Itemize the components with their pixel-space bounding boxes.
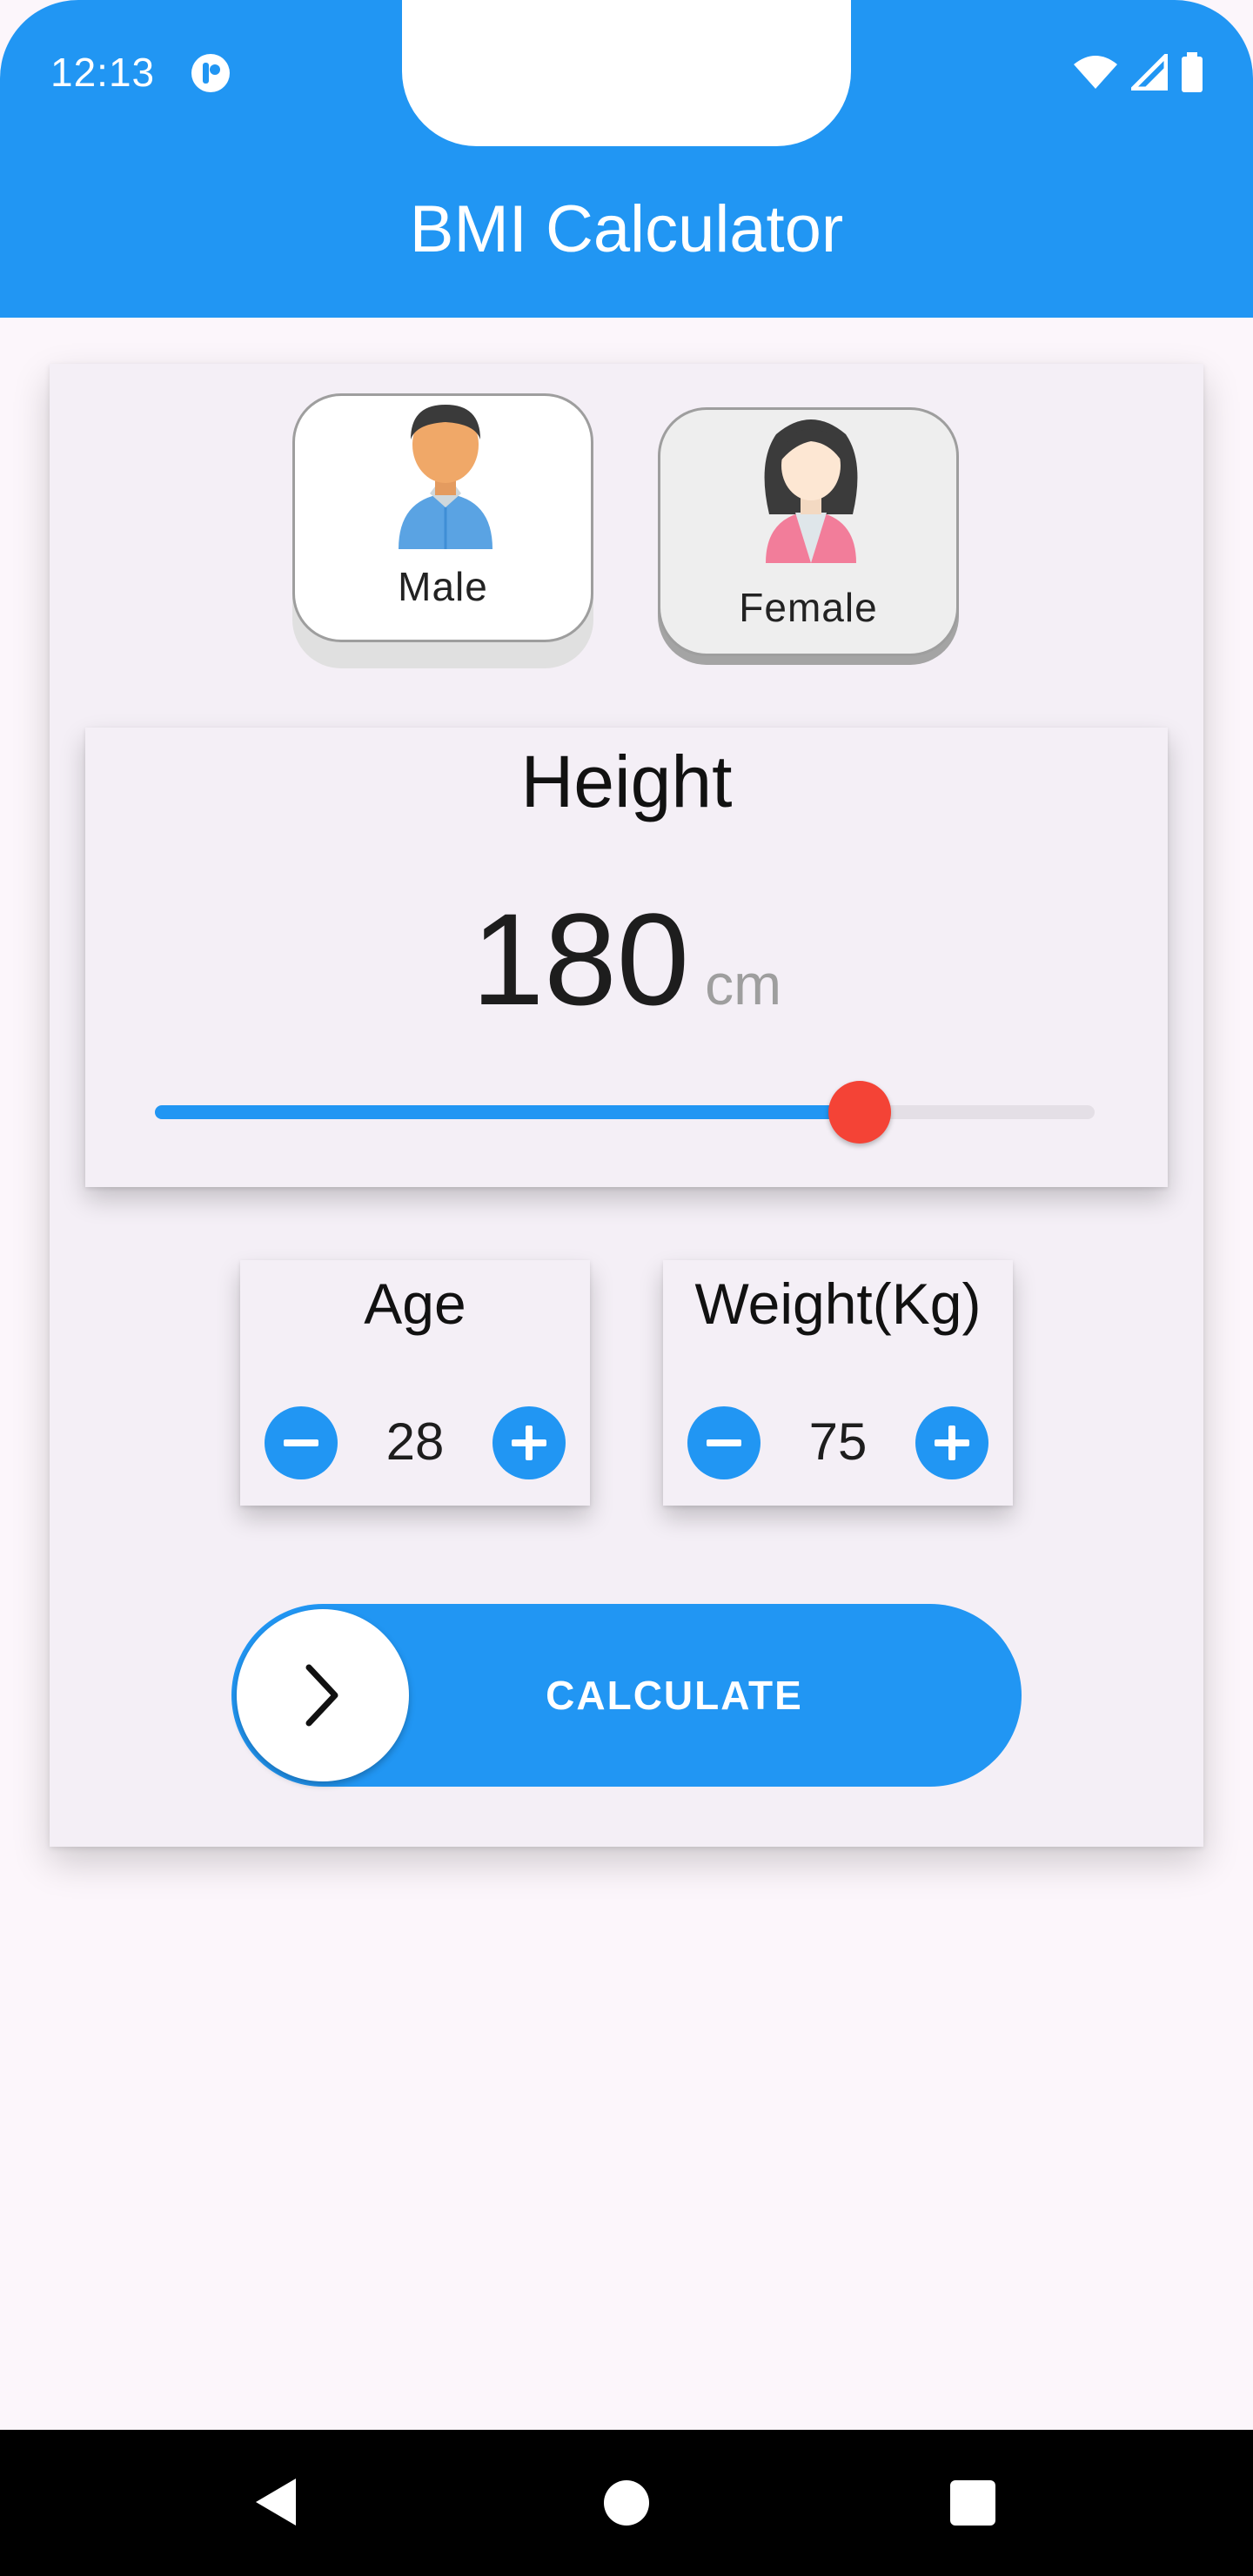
battery-icon [1182, 52, 1203, 92]
weight-stepper: 75 [663, 1406, 1013, 1479]
calculate-label: CALCULATE [546, 1673, 803, 1718]
height-unit: cm [705, 952, 782, 1016]
system-nav-bar [0, 2430, 1253, 2576]
app-notification-icon [190, 52, 231, 94]
calculate-button[interactable]: CALCULATE [231, 1604, 1022, 1787]
height-value: 180 [471, 886, 690, 1032]
weight-increment-button[interactable] [915, 1406, 988, 1479]
height-slider[interactable] [155, 1081, 1095, 1144]
gender-male-label: Male [398, 564, 488, 609]
weight-card: Weight(Kg) 75 [663, 1260, 1013, 1506]
gender-female-label: Female [739, 585, 878, 630]
status-time: 12:13 [50, 50, 156, 95]
signal-icon [1131, 54, 1168, 91]
weight-title: Weight(Kg) [694, 1271, 982, 1336]
plus-icon [935, 1426, 969, 1460]
plus-icon [512, 1426, 546, 1460]
age-title: Age [364, 1271, 466, 1336]
calculate-slide-knob[interactable] [237, 1609, 409, 1781]
male-avatar-icon [399, 405, 492, 549]
female-avatar-icon [764, 419, 858, 563]
gender-female-button[interactable]: Female [658, 407, 959, 656]
wifi-icon [1074, 56, 1117, 89]
height-card: Height 180 cm [85, 728, 1168, 1187]
age-increment-button[interactable] [492, 1406, 566, 1479]
home-icon[interactable] [604, 2480, 649, 2526]
gender-male-button[interactable]: Male [292, 393, 593, 642]
age-stepper: 28 [240, 1406, 590, 1479]
height-readout: 180 cm [85, 884, 1168, 1035]
height-title: Height [520, 741, 733, 822]
recents-icon[interactable] [950, 2480, 995, 2526]
chevron-right-icon [305, 1664, 338, 1727]
age-card: Age 28 [240, 1260, 590, 1506]
height-slider-thumb[interactable] [828, 1081, 891, 1144]
display-notch [402, 0, 851, 146]
status-icons [1072, 52, 1204, 92]
page-title: BMI Calculator [409, 192, 844, 266]
height-slider-fill [155, 1105, 860, 1119]
back-icon[interactable] [252, 2475, 299, 2529]
